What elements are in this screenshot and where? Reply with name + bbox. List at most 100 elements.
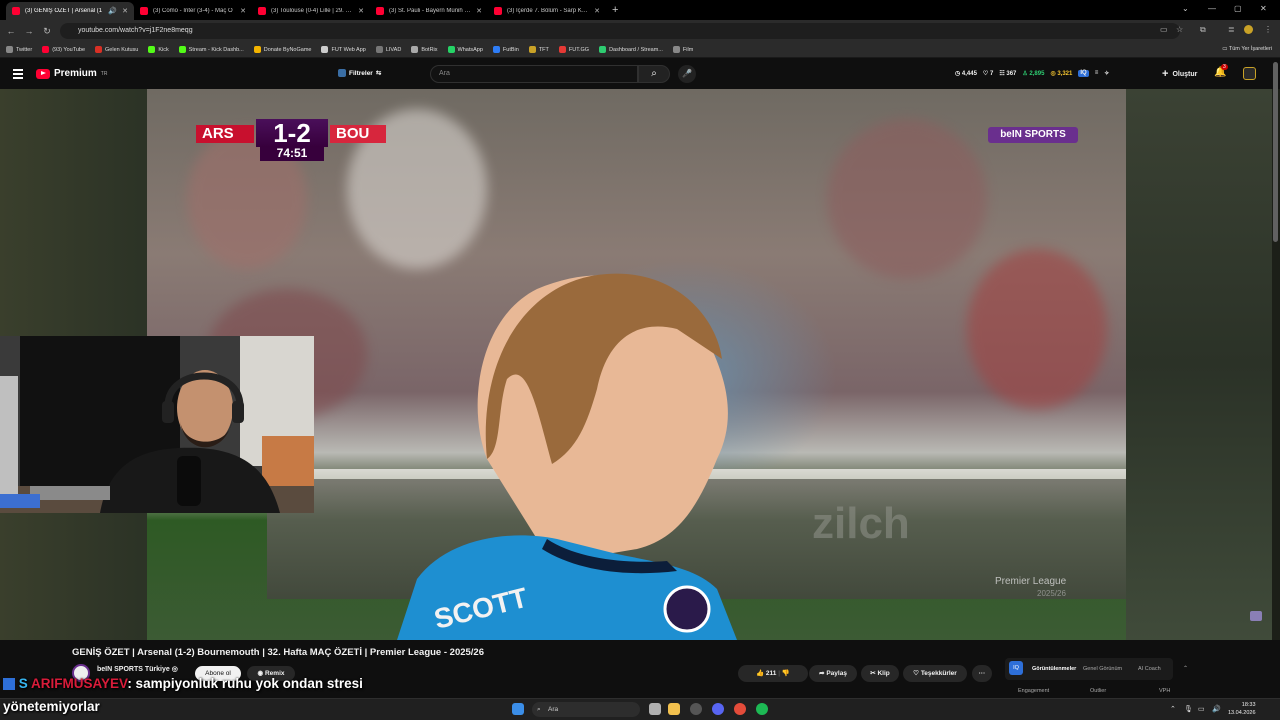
steam-icon[interactable] — [690, 703, 702, 715]
bookmark-item[interactable]: WhatsApp — [447, 46, 483, 53]
chrome-icon[interactable] — [734, 703, 746, 715]
search-input[interactable]: Ara — [430, 65, 638, 83]
browser-tab-active[interactable]: (3) GENİŞ ÖZET | Arsenal (1 🔊 ✕ — [6, 2, 134, 20]
bookmark-item[interactable]: Kick — [148, 46, 169, 53]
tray-chevron-icon[interactable]: ⌃ — [1170, 705, 1176, 713]
bookmark-favicon-icon — [6, 46, 13, 53]
bookmark-favicon-icon — [148, 46, 156, 53]
thanks-button[interactable]: ♡ Teşekkürler — [903, 665, 967, 682]
channel-name[interactable]: beIN SPORTS Türkiye ◎ — [97, 665, 178, 673]
share-button[interactable]: ➦ Paylaş — [809, 665, 857, 682]
collapse-icon[interactable]: ⌃ — [1183, 665, 1188, 672]
bookmark-item[interactable]: Dashboard / Stream... — [599, 46, 663, 53]
bookmark-item[interactable]: Twitter — [6, 46, 32, 53]
bookmark-favicon-icon — [411, 46, 419, 53]
bookmark-favicon-icon — [528, 46, 536, 53]
bookmark-item[interactable]: Gelen Kutusu — [95, 46, 138, 53]
miniplayer-icon[interactable] — [1250, 611, 1262, 621]
filters-button[interactable]: Filtreler ⇆ — [338, 69, 381, 77]
bookmark-star-icon[interactable]: ☆ — [1176, 25, 1183, 34]
new-tab-button[interactable]: + — [612, 4, 618, 16]
bookmark-item[interactable]: FUT Web App — [321, 46, 366, 53]
taskbar-search[interactable]: ⌕ Ara — [532, 702, 640, 717]
browser-tab[interactable]: (3) İçerde 7. Bölüm - Sarp Katli ✕ — [488, 2, 606, 20]
profile-avatar-icon[interactable] — [1244, 25, 1253, 34]
vidiq-tab[interactable]: Görüntülenmeler — [1032, 666, 1076, 672]
close-tab-icon[interactable]: ✕ — [358, 7, 364, 15]
account-avatar[interactable] — [1243, 67, 1256, 80]
list-icon[interactable]: ≡ — [1095, 70, 1099, 77]
notification-count: 3 — [1221, 64, 1228, 70]
bookmark-item[interactable]: Stream - Kick Dashb... — [178, 46, 244, 53]
mic-tray-icon[interactable]: 🎙 — [1184, 705, 1193, 713]
search-icon: ⌕ — [537, 706, 541, 713]
extensions-icon[interactable]: ⧉ — [1200, 25, 1206, 35]
volume-icon[interactable]: 🔊 — [1212, 705, 1221, 713]
browser-tab[interactable]: (3) St. Pauli - Bayern Münih | B ✕ — [370, 2, 488, 20]
maximize-icon[interactable]: ▢ — [1234, 4, 1242, 13]
bookmark-item[interactable]: (93) YouTube — [42, 46, 85, 53]
speaker-icon[interactable]: 🔊 — [108, 7, 117, 15]
windows-start-icon[interactable] — [512, 703, 524, 715]
network-icon[interactable]: ▭ — [1198, 705, 1205, 713]
back-icon[interactable]: ← — [2, 26, 20, 36]
close-tab-icon[interactable]: ✕ — [122, 7, 128, 15]
hamburger-menu-icon[interactable] — [13, 69, 23, 81]
sparkle-icon[interactable]: ✧ — [1104, 70, 1109, 77]
bookmark-favicon-icon — [672, 46, 680, 53]
dislike-button[interactable]: 👎 — [782, 670, 790, 677]
vidiq-badge-icon[interactable]: IQ — [1078, 70, 1089, 77]
stat-views: ◷ 4,445 — [955, 71, 977, 77]
discord-icon[interactable] — [712, 703, 724, 715]
reading-list-icon[interactable]: ≣ — [1228, 25, 1235, 34]
youtube-logo[interactable]: Premium TR — [36, 68, 107, 79]
reload-icon[interactable]: ↻ — [38, 26, 56, 37]
bookmark-item[interactable]: BotRix — [411, 46, 438, 53]
search-button[interactable]: ⌕ — [638, 65, 670, 83]
tab-search-icon[interactable]: ⌄ — [1182, 4, 1189, 13]
system-clock[interactable]: 18:33 13.04.2026 — [1228, 701, 1256, 717]
spotify-icon[interactable] — [756, 703, 768, 715]
menu-kebab-icon[interactable]: ⋮ — [1264, 25, 1272, 34]
broadcaster-logo: beIN SPORTS — [988, 127, 1078, 143]
url-field[interactable]: youtube.com/watch?v=j1F2ne8meqg — [60, 23, 1180, 39]
bookmark-item[interactable]: Film — [672, 46, 693, 53]
voice-search-button[interactable]: 🎤 — [678, 65, 696, 83]
task-view-icon[interactable] — [649, 703, 661, 715]
tab-label: (3) GENİŞ ÖZET | Arsenal (1 — [25, 8, 103, 14]
vidiq-tab[interactable]: Genel Görünüm — [1083, 666, 1122, 672]
bookmark-item[interactable]: Donate ByNoGame — [253, 46, 311, 53]
create-button[interactable]: + Oluştur — [1162, 68, 1197, 80]
bookmark-item[interactable]: FutBin — [492, 46, 519, 53]
vidiq-metric: VPH — [1159, 688, 1171, 694]
page-scrollbar[interactable] — [1273, 62, 1278, 242]
forward-icon[interactable]: → — [20, 26, 38, 36]
crowd-blur — [827, 119, 987, 279]
bookmark-favicon-icon — [42, 46, 50, 53]
close-window-icon[interactable]: ✕ — [1260, 4, 1267, 13]
stat-likes: ☷ 367 — [999, 71, 1017, 77]
stat-coins: ◎ 3,321 — [1050, 71, 1073, 77]
close-tab-icon[interactable]: ✕ — [240, 7, 246, 15]
browser-tab[interactable]: (3) Como - Inter (3-4) - Maç Ö ✕ — [134, 2, 252, 20]
address-bar-row: ← → ↻ youtube.com/watch?v=j1F2ne8meqg ▭ … — [0, 20, 1280, 42]
more-actions-button[interactable]: ··· — [972, 665, 992, 682]
minimize-icon[interactable]: — — [1208, 4, 1216, 13]
bookmark-item[interactable]: TFT — [528, 46, 549, 53]
file-explorer-icon[interactable] — [668, 703, 680, 715]
all-bookmarks-button[interactable]: ▭ Tüm Yer İşaretleri — [1222, 46, 1272, 52]
notifications-button[interactable]: 🔔 3 — [1214, 64, 1228, 78]
vidiq-logo-icon: IQ — [1009, 661, 1023, 675]
like-button[interactable]: 👍 211 — [756, 670, 776, 677]
vidiq-tab[interactable]: AI Coach — [1138, 666, 1161, 672]
home-team: ARS — [196, 125, 254, 143]
close-tab-icon[interactable]: ✕ — [594, 7, 600, 15]
cast-icon[interactable]: ▭ — [1160, 25, 1168, 34]
bookmark-item[interactable]: FUT.GG — [558, 46, 589, 53]
bookmark-favicon-icon — [178, 46, 186, 53]
bookmark-item[interactable]: LIVAD — [375, 46, 401, 53]
close-tab-icon[interactable]: ✕ — [476, 7, 482, 15]
clip-button[interactable]: ✂ Klip — [861, 665, 899, 682]
browser-tab[interactable]: (3) Toulouse (0-4) Lille | 29. Haf ✕ — [252, 2, 370, 20]
chat-overlay-line-2: yönetemiyorlar — [3, 699, 100, 714]
